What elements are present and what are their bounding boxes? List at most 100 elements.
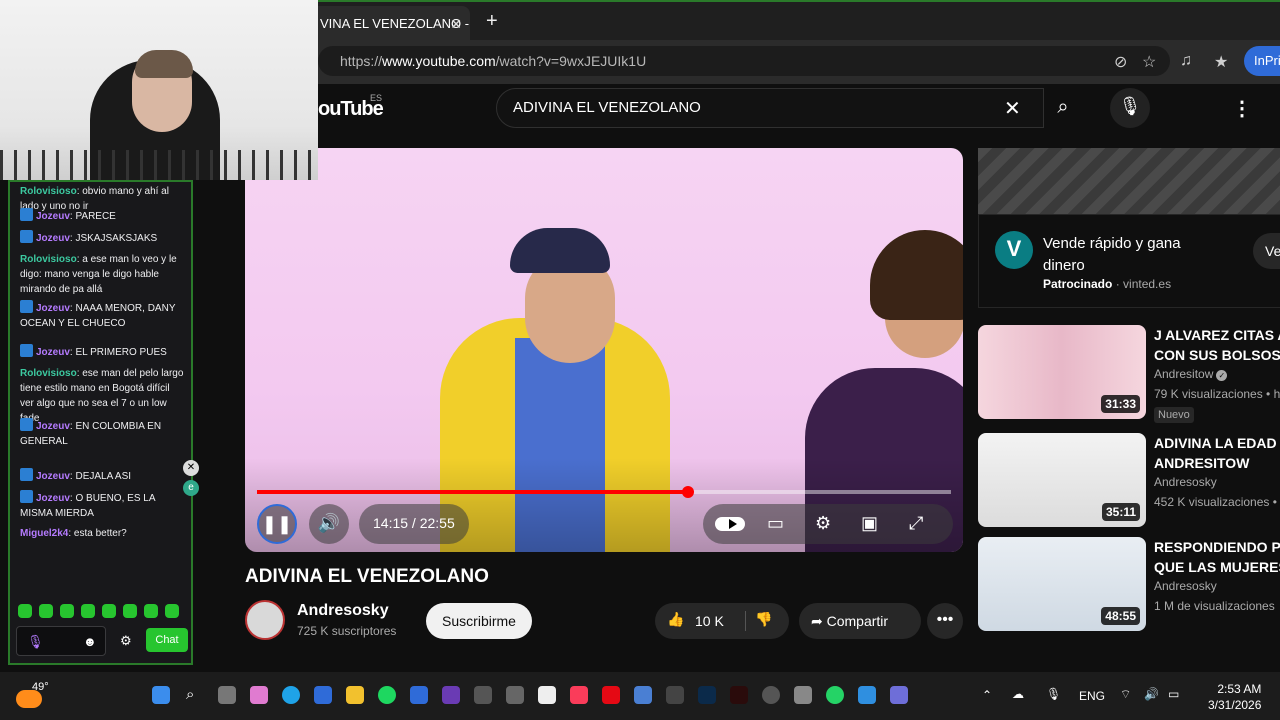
channel-avatar[interactable] [245,600,285,640]
share-button[interactable]: ➦ Compartir [799,603,921,639]
store-icon[interactable] [314,686,332,704]
app-icon[interactable] [858,686,876,704]
chat-username[interactable]: Jozeuv [36,421,70,432]
recommendation-thumbnail[interactable]: 31:33 [978,325,1146,419]
app-icon[interactable] [442,686,460,704]
like-icon[interactable]: 👍 [667,611,684,628]
emoji-icon[interactable]: ☻ [83,634,97,649]
chevron-up-icon[interactable]: ⌃ [982,688,992,702]
settings-gear-icon[interactable]: ⚙ [815,513,831,534]
chat-username[interactable]: Jozeuv [36,493,70,504]
emote-icon[interactable] [39,604,53,618]
photoshop-icon[interactable] [698,686,716,704]
chat-send-button[interactable]: Chat [146,628,188,652]
language-indicator[interactable]: ENG [1079,689,1105,703]
chat-username[interactable]: Jozeuv [36,233,70,244]
settings-gear-icon[interactable]: ⚙ [120,633,132,649]
inprivate-badge[interactable]: InPriv [1244,46,1280,76]
chat-username[interactable]: Jozeuv [36,347,70,358]
pause-button[interactable]: ❚❚ [257,504,297,544]
progress-bar[interactable] [257,486,951,498]
address-bar[interactable]: https://www.youtube.com/watch?v=9wxJEJUI… [318,46,1170,76]
start-icon[interactable] [152,686,170,704]
chat-username[interactable]: Rolovisioso [20,254,77,265]
music-app-icon[interactable] [570,686,588,704]
more-options-icon[interactable]: ⋮ [1232,96,1252,121]
emote-icon[interactable] [144,604,158,618]
ad-banner-image[interactable] [978,148,1280,214]
music-icon[interactable]: ♫ [1180,52,1192,70]
ad-card[interactable]: V Vende rápido y gana dinero Patrocinado… [978,214,1280,308]
chat-username[interactable]: Rolovisioso [20,186,77,197]
volume-button[interactable]: 🔊 [309,504,349,544]
notepad-icon[interactable] [538,686,556,704]
chat-username[interactable]: Jozeuv [36,303,70,314]
chat-username[interactable]: Jozeuv [36,471,70,482]
app-icon[interactable] [890,686,908,704]
like-count[interactable]: 10 K [695,613,724,629]
favorites-icon[interactable]: ★ [1214,52,1228,72]
microphone-icon[interactable]: 🎙 [1110,88,1150,128]
search-icon[interactable]: ⌕ [186,686,204,704]
file-explorer-icon[interactable] [346,686,364,704]
emote-icon[interactable] [18,604,32,618]
calculator-icon[interactable] [634,686,652,704]
recommendation-channel[interactable]: Andresosky [1154,579,1217,593]
overlay-e-icon[interactable]: e [183,480,199,496]
favorite-star-icon[interactable]: ☆ [1142,52,1156,72]
clear-search-icon[interactable]: ✕ [1004,96,1021,121]
close-overlay-icon[interactable]: ✕ [183,460,199,476]
recommendation-title[interactable]: ADIVINA LA EDAD - ANDRESITOW [1154,433,1280,473]
emote-icon[interactable] [102,604,116,618]
app-icon[interactable] [474,686,492,704]
task-view-icon[interactable] [218,686,236,704]
channel-name[interactable]: Andresosky [297,602,389,620]
recommendation-title[interactable]: J ALVAREZ CITAS A CON SUS BOLSOS [1154,325,1280,365]
theater-mode-icon[interactable]: ▣ [861,513,878,534]
recommendation-channel[interactable]: Andresitow ✓ [1154,367,1228,381]
volume-icon[interactable]: 🔊 [1144,687,1159,701]
edge-icon[interactable] [282,686,300,704]
obs-icon[interactable] [762,686,780,704]
search-icon[interactable]: ⌕ [1040,88,1086,128]
emote-icon[interactable] [123,604,137,618]
emote-icon[interactable] [165,604,179,618]
fullscreen-icon[interactable]: ⤢ [909,513,923,534]
whatsapp-icon[interactable] [826,686,844,704]
copilot-icon[interactable] [250,686,268,704]
microphone-icon[interactable]: 🎙 [27,634,44,650]
spotify-icon[interactable] [378,686,396,704]
recommendation-channel[interactable]: Andresosky [1154,475,1217,489]
more-actions-icon[interactable]: ••• [927,603,963,639]
tracking-prevention-icon[interactable]: ⊘ [1114,52,1127,72]
recommendation-title[interactable]: RESPONDIENDO PR QUE LAS MUJERES [1154,537,1280,577]
recommendation-item[interactable]: 35:11 ADIVINA LA EDAD - ANDRESITOW Andres… [978,433,1280,529]
chat-username[interactable]: Miguel2k4 [20,528,68,539]
progress-scrubber[interactable] [682,486,694,498]
close-tab-icon[interactable]: ✕ [450,16,462,33]
autoplay-toggle[interactable] [715,517,745,531]
search-input[interactable]: ADIVINA EL VENEZOLANO [496,88,1044,128]
illustrator-icon[interactable] [730,686,748,704]
plus-icon[interactable]: + [486,10,498,33]
emote-icon[interactable] [81,604,95,618]
wifi-icon[interactable]: ⌔ [1120,687,1131,702]
recommendation-item[interactable]: 48:55 RESPONDIENDO PR QUE LAS MUJERES And… [978,537,1280,633]
subtitles-icon[interactable]: ▭ [767,513,784,534]
ad-cta-button[interactable]: Ve [1253,233,1280,269]
onedrive-icon[interactable]: ☁ [1012,687,1024,701]
clock[interactable]: 2:53 AM 3/31/2026 [1208,681,1261,713]
microphone-icon[interactable]: 🎙 [1046,687,1061,701]
chat-input[interactable]: 🎙 ☻ [16,626,106,656]
recommendation-thumbnail[interactable]: 35:11 [978,433,1146,527]
recommendation-thumbnail[interactable]: 48:55 [978,537,1146,631]
defender-icon[interactable] [410,686,428,704]
recommendation-item[interactable]: 31:33 J ALVAREZ CITAS A CON SUS BOLSOS An… [978,325,1280,423]
app-icon[interactable] [506,686,524,704]
settings-icon[interactable] [794,686,812,704]
video-player[interactable]: ❚❚ 🔊 14:15 / 22:55 ▭ ⚙ ▣ ⤢ [245,148,963,552]
netflix-icon[interactable] [602,686,620,704]
emote-icon[interactable] [60,604,74,618]
chat-username[interactable]: Jozeuv [36,211,70,222]
dislike-icon[interactable]: 👎 [755,611,772,628]
